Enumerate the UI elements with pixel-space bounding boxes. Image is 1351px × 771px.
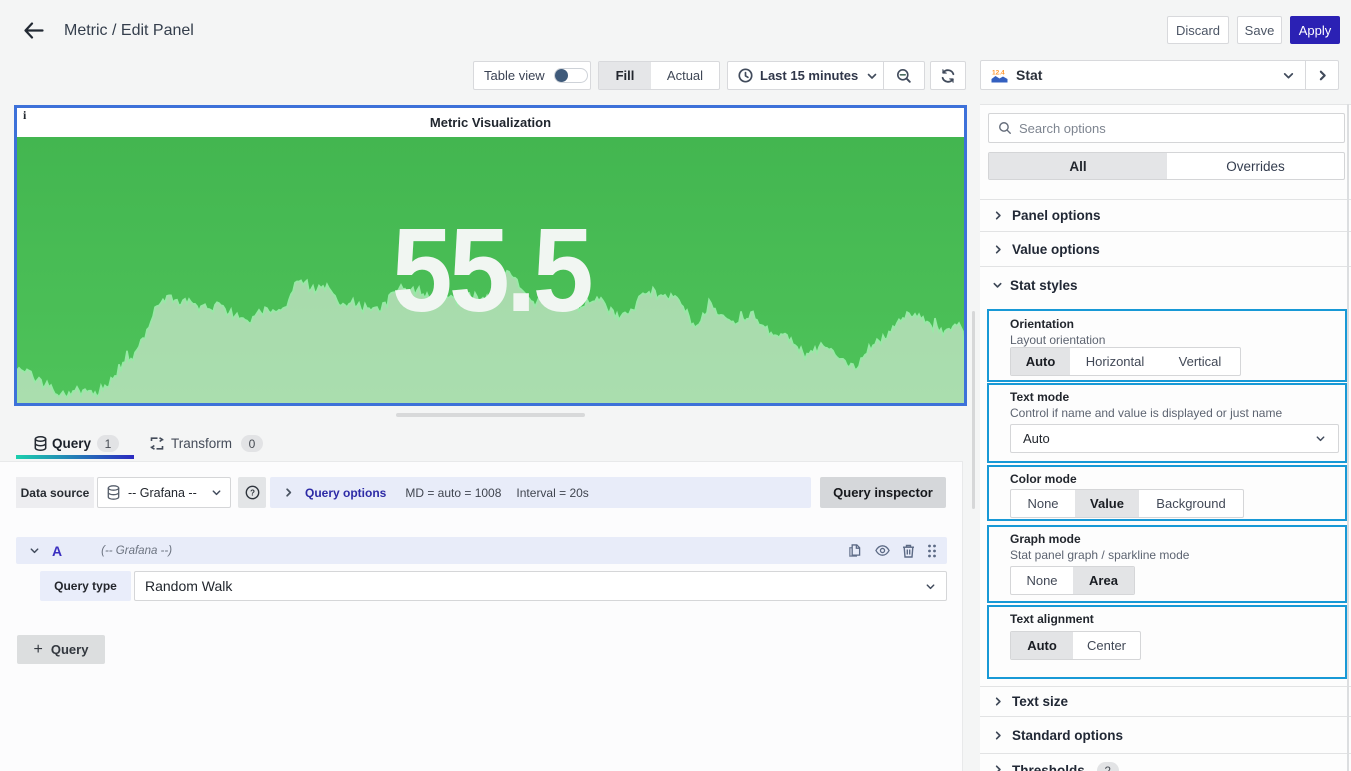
svg-text:12.4: 12.4	[992, 69, 1005, 76]
svg-text:?: ?	[250, 489, 255, 498]
